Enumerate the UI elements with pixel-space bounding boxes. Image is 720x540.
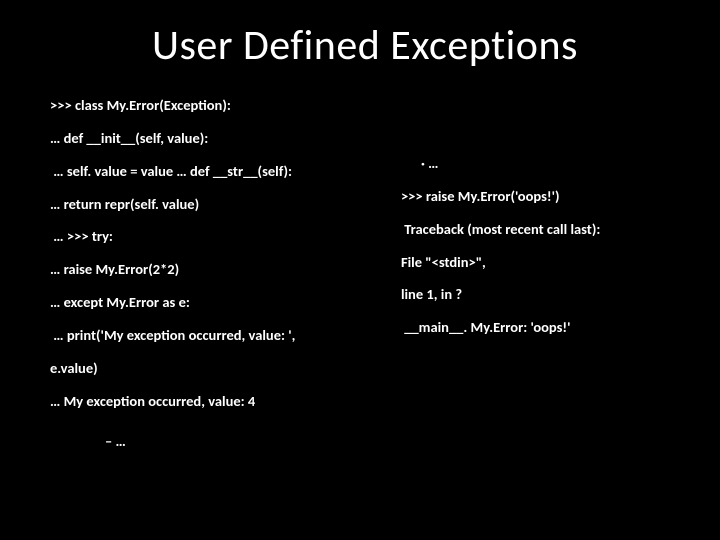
code-line: line 1, in ? (401, 285, 680, 304)
code-line: >>> class My.Error(Exception): (50, 96, 371, 115)
code-line: … raise My.Error(2*2) (50, 260, 371, 279)
slide: User Defined Exceptions >>> class My.Err… (0, 0, 720, 540)
right-column: · … >>> raise My.Error('oops!') Tracebac… (401, 96, 680, 450)
code-line: … return repr(self. value) (50, 195, 371, 214)
code-line: File "<stdin>", (401, 253, 680, 272)
code-line: Traceback (most recent call last): (401, 220, 680, 239)
code-line: · … (401, 154, 680, 173)
code-line: … print('My exception occurred, value: '… (50, 326, 371, 345)
content-columns: >>> class My.Error(Exception): … def __i… (50, 96, 680, 450)
code-line: … def __init__(self, value): (50, 129, 371, 148)
code-line: __main__. My.Error: 'oops!' (401, 318, 680, 337)
left-column: >>> class My.Error(Exception): … def __i… (50, 96, 371, 450)
code-line: … except My.Error as e: (50, 293, 371, 312)
code-line: … self. value = value … def __str__(self… (50, 162, 371, 181)
code-line: … >>> try: (50, 227, 371, 246)
code-line: >>> raise My.Error('oops!') (401, 187, 680, 206)
code-line: – … (50, 432, 371, 450)
code-line: … My exception occurred, value: 4 (50, 392, 371, 411)
code-line: e.value) (50, 359, 371, 378)
slide-title: User Defined Exceptions (50, 20, 680, 71)
